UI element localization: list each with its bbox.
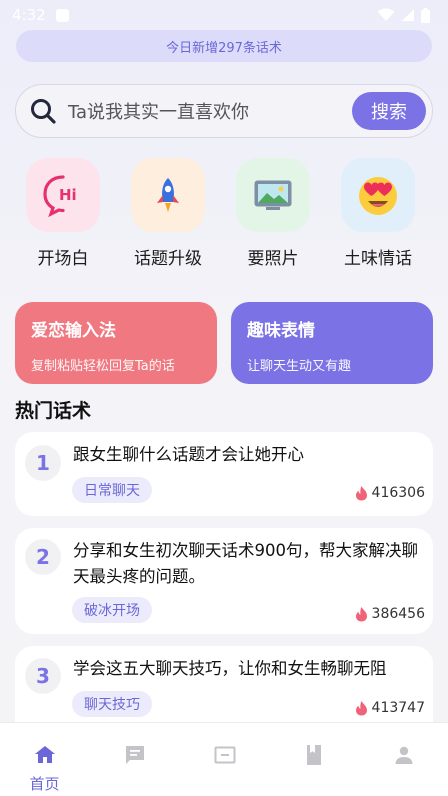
signal-icon	[402, 9, 414, 21]
feature-topic-upgrade[interactable]: 话题升级	[123, 158, 213, 269]
feature-label: 土味情话	[344, 249, 412, 269]
tab-label: 首页	[29, 775, 60, 793]
app-notification-icon	[55, 8, 69, 22]
feature-tile	[131, 158, 205, 232]
heat-count: 413747	[355, 700, 425, 716]
feature-grid: Hi 开场白 话题升级 要照片 土味情话	[0, 158, 448, 273]
heat-value: 413747	[371, 700, 425, 716]
wifi-icon	[377, 8, 395, 21]
card-icon	[214, 746, 235, 764]
item-tag[interactable]: 破冰开场	[72, 597, 152, 623]
card-title: 爱恋输入法	[31, 321, 116, 341]
svg-text:Hi: Hi	[59, 186, 77, 204]
tab-home[interactable]: 首页	[0, 723, 89, 796]
list-item[interactable]: 1 跟女生聊什么话题才会让她开心 日常聊天 416306	[15, 432, 433, 516]
tab-profile[interactable]	[359, 723, 448, 796]
search-bar[interactable]: Ta说我其实一直喜欢你 搜索	[15, 84, 433, 138]
status-bar: 4:32	[0, 0, 448, 30]
fire-icon	[355, 607, 367, 622]
tab-chat[interactable]	[90, 723, 179, 796]
home-icon	[34, 746, 55, 763]
chat-icon	[125, 746, 144, 764]
rank-badge: 3	[25, 658, 61, 694]
feature-tile: Hi	[26, 158, 100, 232]
feature-cheesy-lines[interactable]: 土味情话	[333, 158, 423, 269]
item-title: 跟女生聊什么话题才会让她开心	[73, 445, 304, 464]
item-tag[interactable]: 日常聊天	[72, 477, 152, 503]
photo-icon	[254, 180, 292, 210]
item-title: 学会这五大聊天技巧，让你和女生畅聊无阻	[73, 659, 387, 678]
rank-badge: 1	[25, 445, 61, 481]
card-subtitle: 复制粘贴轻松回复Ta的话	[31, 359, 175, 374]
hi-speech-bubble-icon: Hi	[43, 175, 77, 217]
fire-icon	[355, 486, 367, 501]
feature-label: 要照片	[247, 249, 299, 269]
hot-phrases-title: 热门话术	[15, 400, 92, 422]
promo-cards: 爱恋输入法 复制粘贴轻松回复Ta的话 趣味表情 让聊天生动又有趣	[0, 302, 448, 384]
fire-icon	[355, 701, 367, 716]
heart-eyes-emoji-icon	[359, 177, 397, 215]
feature-opening-line[interactable]: Hi 开场白	[18, 158, 108, 269]
feature-label: 话题升级	[134, 249, 202, 269]
status-time: 4:32	[12, 6, 46, 24]
rocket-icon	[157, 178, 179, 212]
heat-value: 416306	[371, 485, 425, 501]
rank-badge: 2	[25, 539, 61, 575]
feature-label: 开场白	[37, 249, 89, 269]
new-phrases-banner: 今日新增297条话术	[16, 30, 432, 62]
banner-text: 今日新增297条话术	[166, 40, 282, 56]
item-tag[interactable]: 聊天技巧	[72, 691, 152, 717]
tab-card[interactable]	[180, 723, 269, 796]
search-button[interactable]: 搜索	[352, 92, 426, 130]
search-input[interactable]: Ta说我其实一直喜欢你	[68, 98, 352, 124]
feature-tile	[341, 158, 415, 232]
heat-count: 386456	[355, 606, 425, 622]
tab-book[interactable]	[269, 723, 358, 796]
heat-value: 386456	[371, 606, 425, 622]
card-subtitle: 让聊天生动又有趣	[247, 359, 352, 374]
fun-stickers-card[interactable]: 趣味表情 让聊天生动又有趣	[231, 302, 433, 384]
feature-ask-photo[interactable]: 要照片	[228, 158, 318, 269]
feature-tile	[236, 158, 310, 232]
profile-icon	[395, 746, 412, 764]
item-title: 分享和女生初次聊天话术900句，帮大家解决聊天最头疼的问题。	[73, 541, 418, 586]
book-icon	[306, 745, 321, 765]
heat-count: 416306	[355, 485, 425, 501]
bottom-tab-bar: 首页	[0, 722, 448, 796]
battery-icon	[421, 7, 430, 23]
love-keyboard-card[interactable]: 爱恋输入法 复制粘贴轻松回复Ta的话	[15, 302, 217, 384]
card-title: 趣味表情	[247, 321, 315, 341]
search-icon	[31, 99, 56, 124]
list-item[interactable]: 2 分享和女生初次聊天话术900句，帮大家解决聊天最头疼的问题。 破冰开场 38…	[15, 528, 433, 634]
